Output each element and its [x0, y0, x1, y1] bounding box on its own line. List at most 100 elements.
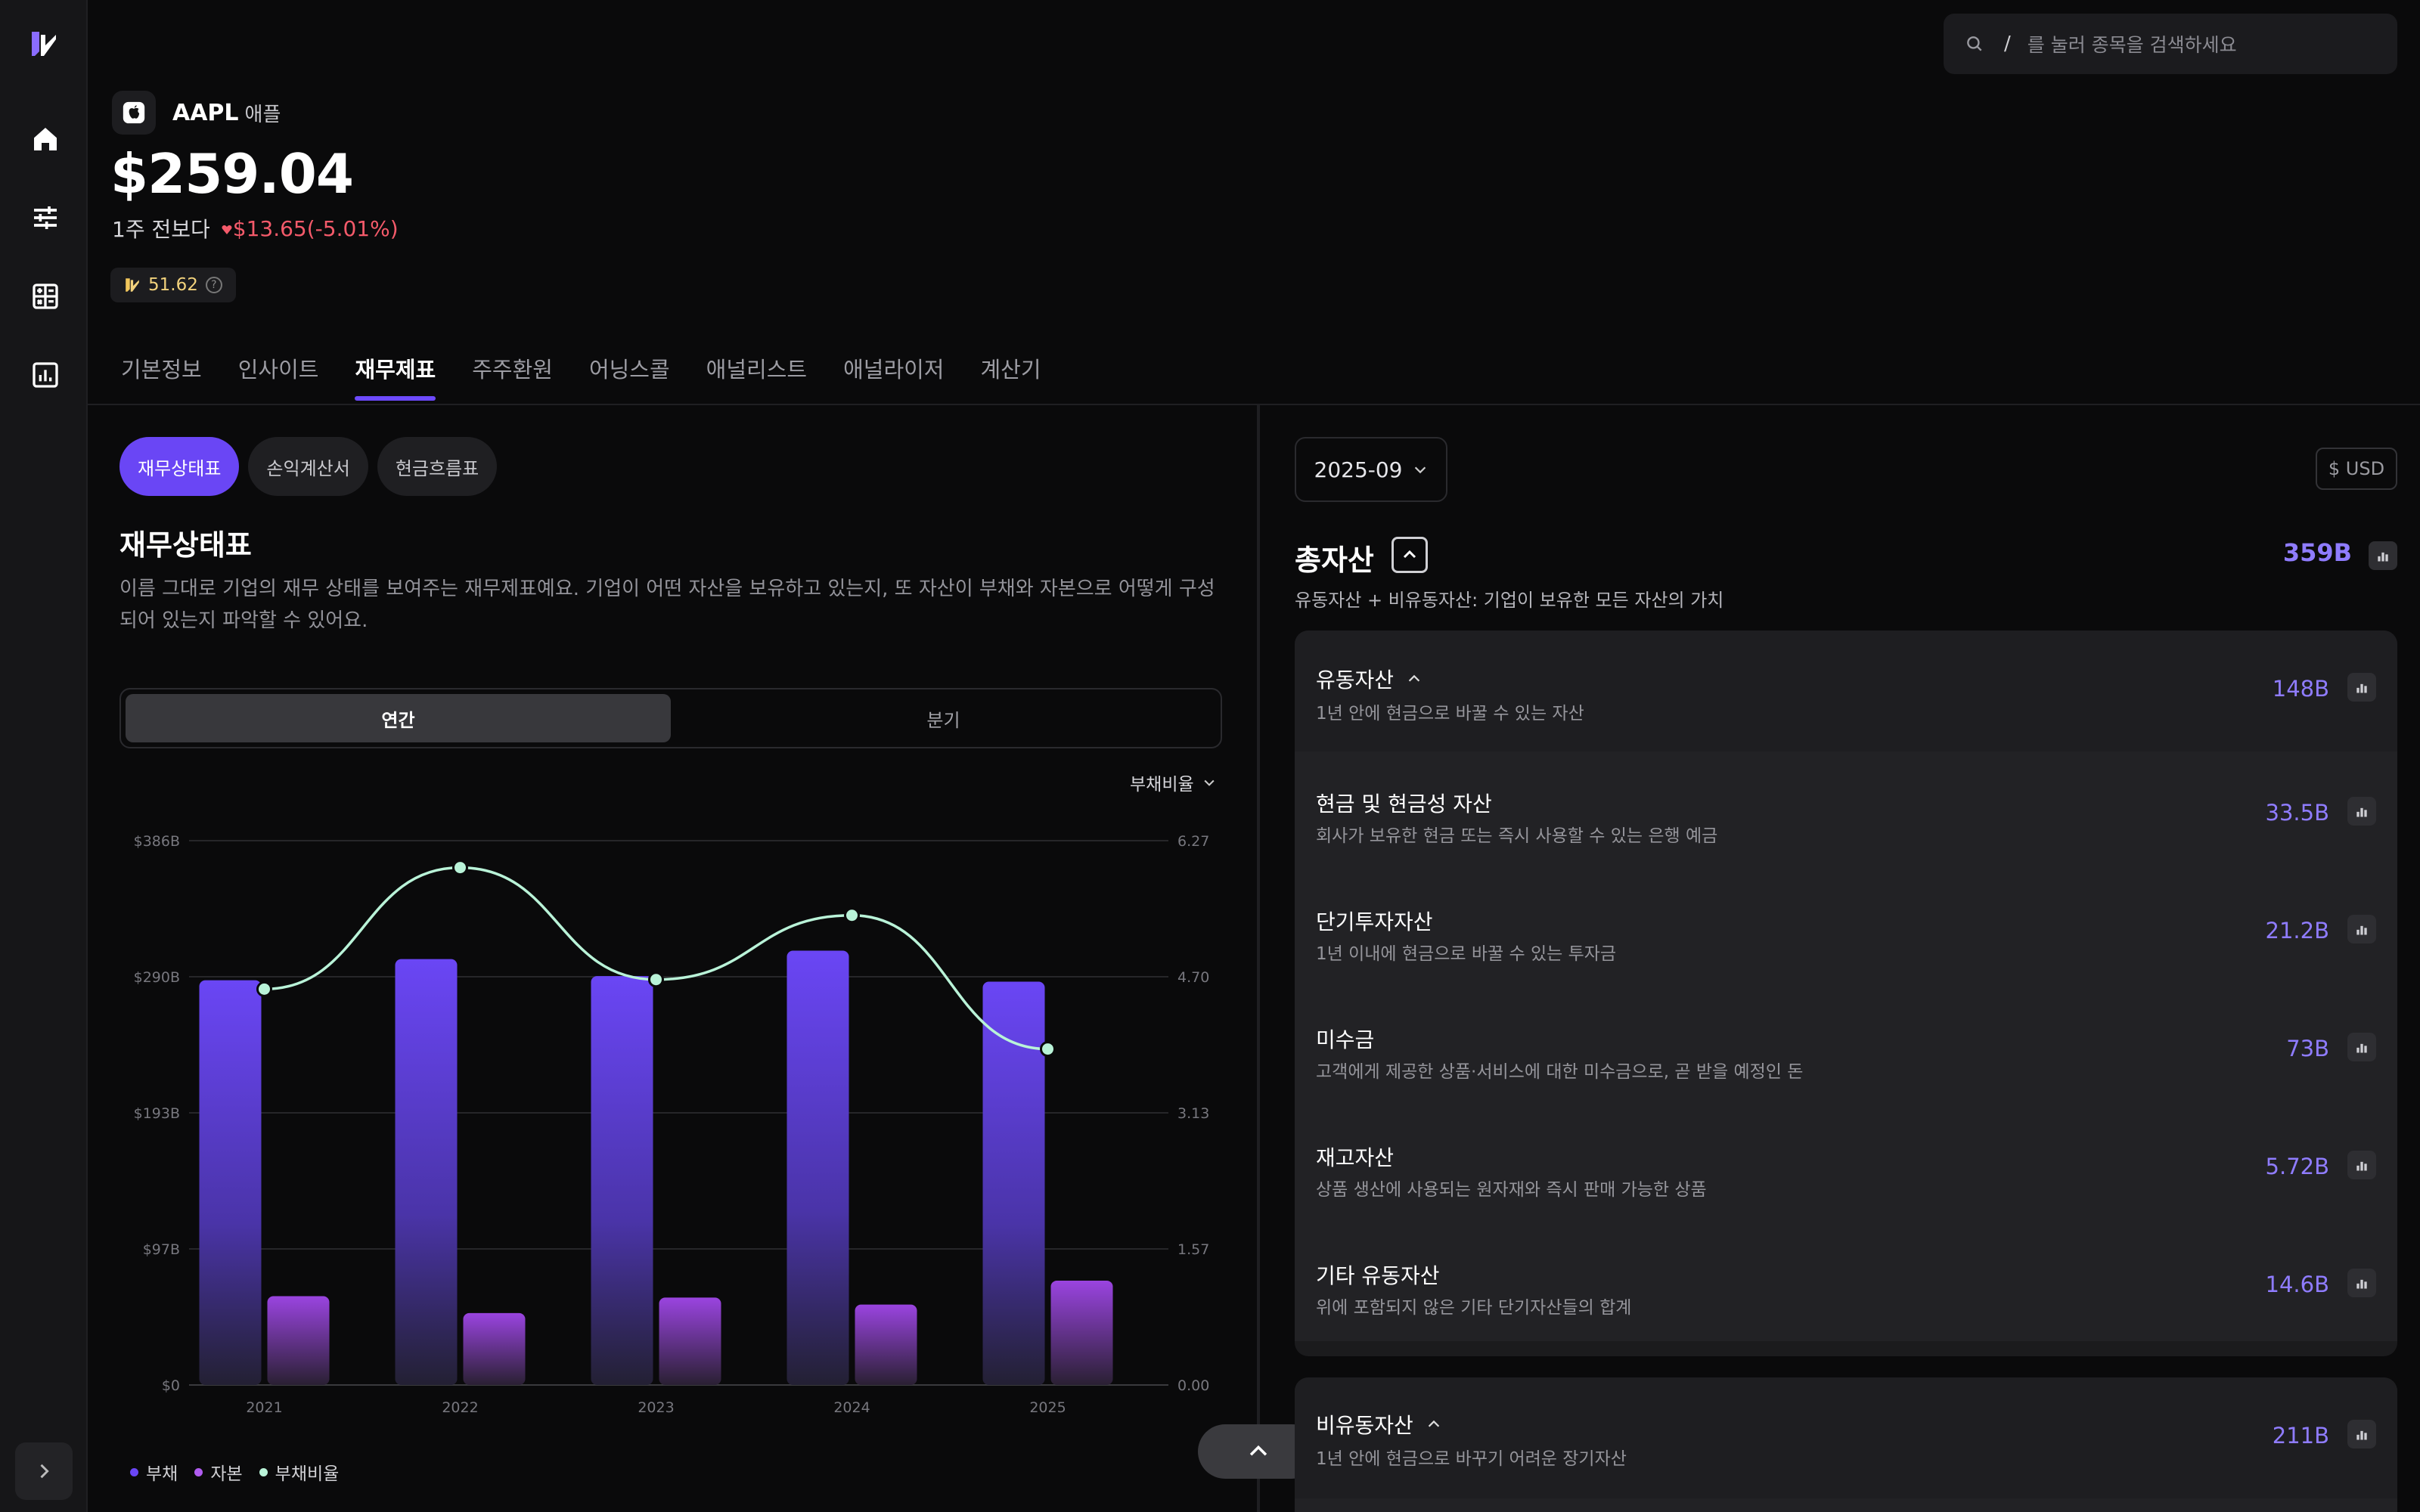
tab-analyst[interactable]: 애널리스트	[706, 352, 807, 401]
current-assets-header[interactable]: 유동자산 1년 안에 현금으로 바꿀 수 있는 자산 148B	[1295, 631, 2397, 751]
asset-item-receivables[interactable]: 미수금 고객에게 제공한 상품·서비스에 대한 미수금으로, 곧 받을 예정인 …	[1295, 987, 2397, 1105]
legend-dot	[194, 1467, 203, 1476]
bar-chart-icon[interactable]	[2347, 1151, 2376, 1179]
chevron-up-icon	[1408, 674, 1420, 682]
search-input[interactable]: / 를 눌러 종목을 검색하세요	[1944, 14, 2397, 74]
debt-ratio-point	[452, 860, 468, 876]
y-tick-label: $290B	[134, 969, 180, 986]
price-change: $13.65(-5.01%)	[221, 216, 399, 241]
x-tick-label: 2024	[833, 1399, 870, 1416]
noncurrent-assets-title: 비유동자산	[1316, 1409, 1442, 1439]
bar-chart-icon[interactable]	[2347, 1420, 2376, 1448]
item-value: 33.5B	[2265, 800, 2329, 826]
debt-ratio-point	[256, 981, 272, 997]
tabs-divider	[88, 404, 2420, 405]
debt-bar	[786, 950, 849, 1385]
item-title: 단기투자자산	[1316, 909, 1433, 934]
debt-bar	[591, 976, 653, 1385]
search-icon	[1967, 36, 1982, 51]
tab-earnings-call[interactable]: 어닝스콜	[589, 352, 670, 401]
balance-sheet-chart: $386B 6.27 $290B 4.70 $193B 3.13 $97B 1.57 $0 0.0…	[134, 833, 1210, 1416]
bar-chart-icon[interactable]	[2347, 1269, 2376, 1297]
tab-insight[interactable]: 인사이트	[238, 352, 319, 401]
legend-equity[interactable]: 자본	[194, 1459, 243, 1485]
price-change-value: $13.65(-5.01%)	[232, 215, 399, 241]
legend-debt[interactable]: 부채	[130, 1459, 178, 1485]
current-assets-desc: 1년 안에 현금으로 바꿀 수 있는 자산	[1316, 704, 1584, 723]
y2-tick-label: 0.00	[1177, 1377, 1209, 1394]
total-assets-title: 총자산	[1295, 544, 1374, 577]
asset-item-short-term-investments[interactable]: 단기투자자산 1년 이내에 현금으로 바꿀 수 있는 투자금 21.2B	[1295, 869, 2397, 987]
tab-calculator[interactable]: 계산기	[980, 352, 1041, 401]
x-tick-label: 2021	[246, 1399, 282, 1416]
y-tick-label: $97B	[143, 1241, 180, 1258]
y2-tick-label: 3.13	[1177, 1105, 1209, 1122]
equity-bar	[1050, 1280, 1113, 1385]
noncurrent-assets-header[interactable]: 비유동자산 1년 안에 현금으로 바꾸기 어려운 장기자산 211B	[1295, 1377, 2397, 1498]
bar-chart-icon[interactable]	[2347, 797, 2376, 826]
legend-label: 부채	[146, 1464, 178, 1484]
search-placeholder: 를 눌러 종목을 검색하세요	[2027, 34, 2237, 56]
y-tick-label: $0	[162, 1377, 180, 1394]
down-heart-icon	[222, 225, 232, 234]
noncurrent-assets-value: 211B	[2272, 1423, 2329, 1448]
item-title: 현금 및 현금성 자산	[1316, 792, 1492, 816]
equity-bar	[463, 1312, 526, 1385]
item-value: 73B	[2286, 1036, 2329, 1061]
left-rail	[0, 0, 88, 1512]
apple-logo-icon	[112, 91, 156, 135]
ticker-header: AAPL 애플	[112, 91, 281, 135]
noncurrent-assets-label: 비유동자산	[1316, 1413, 1413, 1438]
y2-tick-label: 4.70	[1177, 969, 1209, 986]
x-tick-label: 2025	[1029, 1399, 1066, 1416]
search-shortcut: /	[2004, 33, 2011, 55]
legend-debt-ratio[interactable]: 부채비율	[259, 1459, 340, 1485]
calculator-icon[interactable]	[29, 280, 62, 313]
filter-sliders-icon[interactable]	[29, 201, 62, 234]
date-select[interactable]: 2025-09	[1295, 437, 1447, 502]
tab-financials[interactable]: 재무제표	[355, 352, 436, 401]
item-desc: 상품 생산에 사용되는 원자재와 즉시 판매 가능한 상품	[1316, 1180, 1707, 1200]
ratio-select-label: 부채비율	[1130, 775, 1194, 795]
period-annual[interactable]: 연간	[126, 694, 671, 742]
item-title: 재고자산	[1316, 1145, 1395, 1170]
bar-chart-icon[interactable]	[2347, 1033, 2376, 1061]
chip-cash-flow[interactable]: 현금흐름표	[377, 437, 498, 496]
section-description: 이름 그대로 기업의 재무 상태를 보여주는 재무제표예요. 기업이 어떤 자산…	[119, 578, 1215, 632]
tab-basic-info[interactable]: 기본정보	[121, 352, 202, 401]
bar-chart-icon[interactable]	[2347, 673, 2376, 702]
item-desc: 회사가 보유한 현금 또는 즉시 사용할 수 있는 은행 예금	[1316, 826, 1718, 846]
legend-dot	[130, 1467, 138, 1476]
period-quarter[interactable]: 분기	[671, 694, 1216, 742]
tab-analyzer[interactable]: 애널라이저	[843, 352, 944, 401]
score-logo-icon	[126, 278, 139, 292]
item-title: 미수금	[1316, 1027, 1375, 1052]
score-badge[interactable]: 51.62 ?	[110, 268, 236, 302]
chevron-up-icon	[1403, 550, 1416, 559]
legend-dot	[259, 1467, 268, 1476]
y-tick-label: $386B	[134, 833, 180, 850]
asset-item-other-current[interactable]: 기타 유동자산 위에 포함되지 않은 기타 단기자산들의 합계 14.6B	[1295, 1223, 2397, 1341]
y-tick-label: $193B	[134, 1105, 180, 1122]
chip-balance-sheet[interactable]: 재무상태표	[119, 437, 240, 496]
home-icon[interactable]	[29, 122, 62, 156]
debt-bar	[395, 959, 458, 1385]
asset-item-inventory[interactable]: 재고자산 상품 생산에 사용되는 원자재와 즉시 판매 가능한 상품 5.72B	[1295, 1105, 2397, 1223]
help-icon[interactable]: ?	[205, 277, 222, 293]
app-logo-icon[interactable]	[29, 29, 59, 59]
chart-report-icon[interactable]	[29, 358, 62, 392]
bar-chart-icon[interactable]	[2369, 541, 2397, 570]
collapse-total-button[interactable]	[1392, 537, 1428, 573]
tab-shareholder-return[interactable]: 주주환원	[472, 352, 553, 401]
price-change-row: 1주 전보다 $13.65(-5.01%)	[112, 213, 399, 243]
currency-badge[interactable]: $ USD	[2316, 448, 2397, 490]
expand-sidebar-button[interactable]	[15, 1442, 73, 1500]
ratio-select[interactable]: 부채비율	[1130, 770, 1217, 795]
asset-item-cash[interactable]: 현금 및 현금성 자산 회사가 보유한 현금 또는 즉시 사용할 수 있는 은행…	[1295, 751, 2397, 869]
legend-label: 부채비율	[275, 1464, 340, 1484]
bar-chart-icon[interactable]	[2347, 915, 2376, 943]
debt-bar	[199, 980, 262, 1385]
chip-income-statement[interactable]: 손익계산서	[248, 437, 368, 496]
card-continuation	[1295, 1498, 2397, 1512]
item-title: 기타 유동자산	[1316, 1263, 1440, 1288]
